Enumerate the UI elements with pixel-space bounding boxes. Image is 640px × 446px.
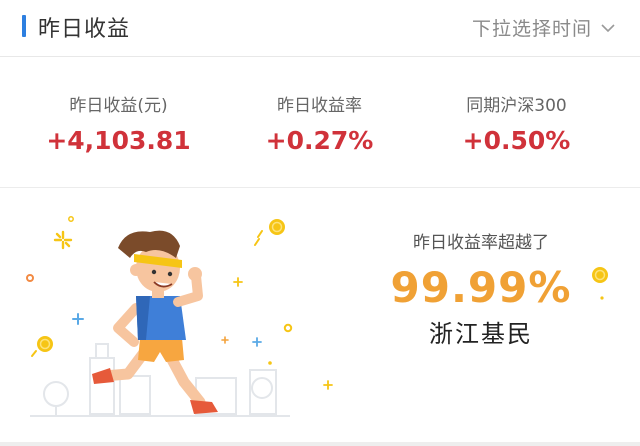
bottom-divider <box>0 442 640 446</box>
yesterday-earnings-page: 昨日收益 下拉选择时间 昨日收益(元) +4,103.81 昨日收益率 +0.2… <box>0 0 640 446</box>
stat-label: 昨日收益率 <box>277 96 362 116</box>
date-picker-label: 下拉选择时间 <box>471 18 592 40</box>
earnings-stats: 昨日收益(元) +4,103.81 昨日收益率 +0.27% 同期沪深300 +… <box>0 57 640 188</box>
date-picker-dropdown[interactable]: 下拉选择时间 <box>472 14 616 41</box>
title-accent-bar <box>22 15 26 37</box>
stat-value: +4,103.81 <box>46 126 191 155</box>
skyline-outline <box>30 343 290 417</box>
runner-figure <box>92 230 218 414</box>
beat-group: 浙江基民 <box>429 320 533 348</box>
stat-label: 同期沪深300 <box>466 96 567 116</box>
ranking-hero: 昨日收益率超越了 99.99% 浙江基民 <box>0 188 640 442</box>
beat-caption: 昨日收益率超越了 <box>413 233 549 253</box>
page-title: 昨日收益 <box>38 17 131 42</box>
stat-csi300: 同期沪深300 +0.50% <box>410 91 623 155</box>
beat-summary: 昨日收益率超越了 99.99% 浙江基民 <box>376 228 586 349</box>
stat-value: +0.50% <box>462 126 571 155</box>
stat-value: +0.27% <box>265 126 374 155</box>
stat-yesterday-earnings: 昨日收益(元) +4,103.81 <box>12 91 225 155</box>
stat-yesterday-rate: 昨日收益率 +0.27% <box>213 91 426 155</box>
stat-label: 昨日收益(元) <box>69 96 168 116</box>
header-bar: 昨日收益 下拉选择时间 <box>0 0 640 57</box>
chevron-down-icon <box>601 23 615 32</box>
beat-percent: 99.99% <box>390 263 572 312</box>
